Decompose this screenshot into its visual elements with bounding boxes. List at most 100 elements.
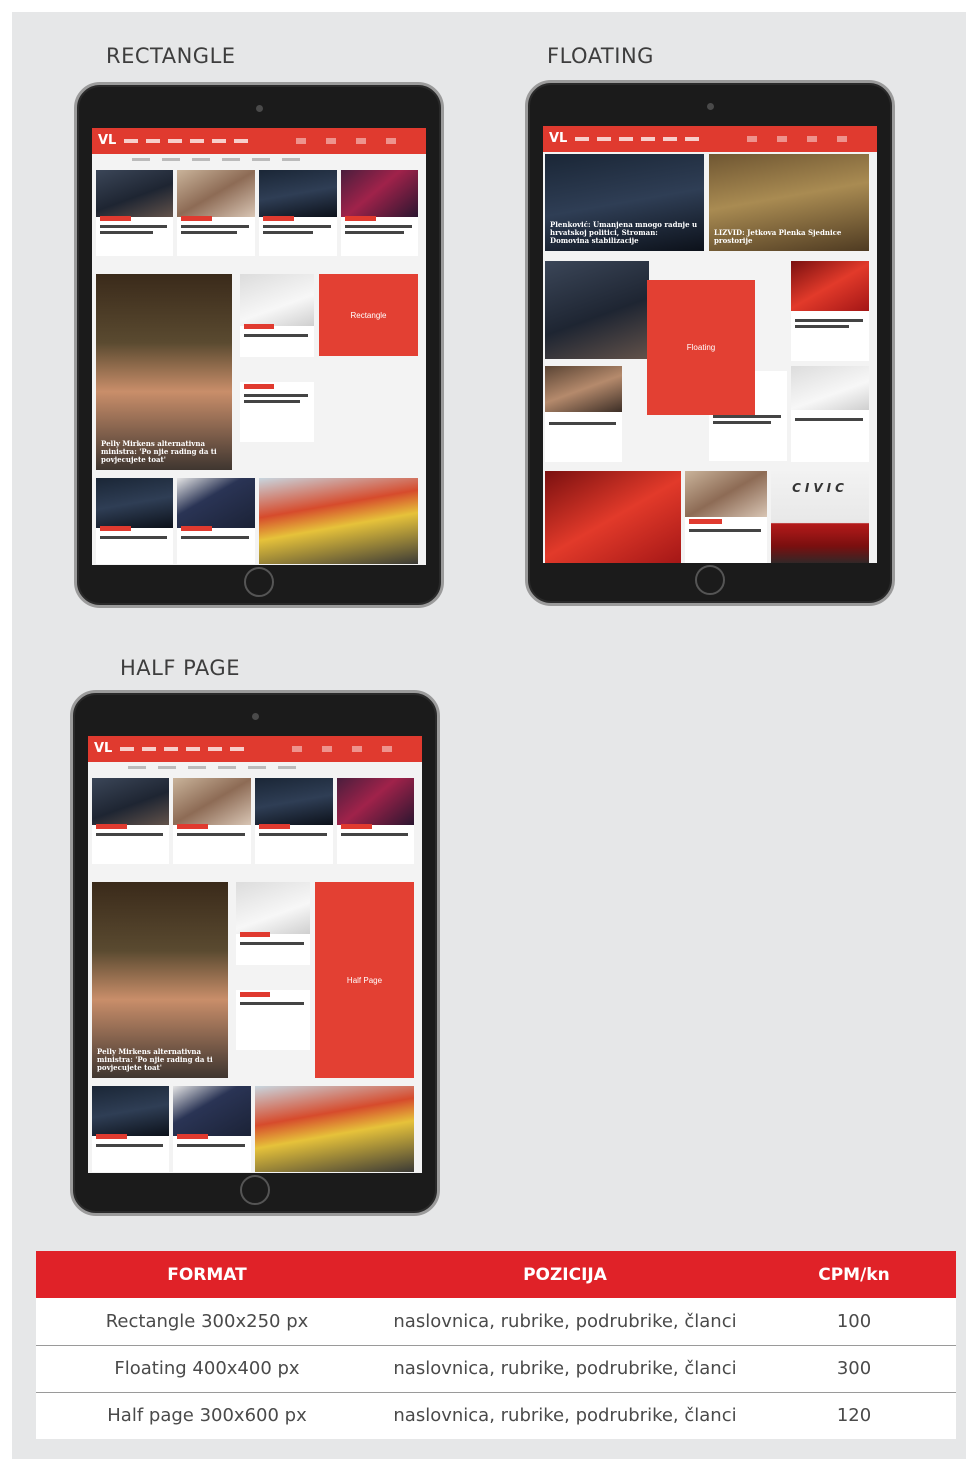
- article-card[interactable]: [545, 366, 622, 462]
- article-card[interactable]: [255, 1086, 414, 1172]
- format-cell: Floating 400x400 px: [36, 1345, 378, 1393]
- article-card[interactable]: [240, 274, 314, 357]
- headline-line: [263, 231, 313, 234]
- article-card[interactable]: [791, 366, 869, 462]
- site-subnav[interactable]: [128, 766, 308, 769]
- site-logo[interactable]: VL: [549, 131, 567, 146]
- headline-line: [795, 325, 849, 328]
- column-header-format: FORMAT: [36, 1251, 378, 1298]
- home-button[interactable]: [240, 1175, 270, 1205]
- article-photo: [545, 366, 622, 412]
- tablet-rectangle: VL Pelly Mirkens alternativna ministra: …: [74, 82, 444, 608]
- headline-line: [240, 1002, 304, 1005]
- article-card[interactable]: [545, 471, 681, 563]
- headline-line: [240, 942, 304, 945]
- headline-line: [345, 225, 412, 228]
- article-card[interactable]: [177, 170, 255, 256]
- headline-line: [96, 833, 163, 836]
- pricing-table: FORMAT POZICIJA CPM/kn Rectangle 300x250…: [36, 1251, 956, 1439]
- category-tag: [177, 1134, 209, 1139]
- article-card[interactable]: [259, 170, 337, 256]
- format-cell: Half page 300x600 px: [107, 1405, 307, 1427]
- site-nav-tools[interactable]: [296, 138, 416, 144]
- article-card[interactable]: [337, 778, 414, 864]
- floating-ad[interactable]: Floating: [647, 280, 755, 415]
- headline-line: [244, 394, 308, 397]
- article-card[interactable]: [545, 261, 649, 359]
- category-tag: [689, 519, 722, 524]
- headline-line: [244, 400, 300, 403]
- article-card[interactable]: [92, 1086, 169, 1172]
- site-logo[interactable]: VL: [98, 133, 116, 148]
- category-tag: [240, 932, 270, 937]
- hero-article[interactable]: Pelly Mirkens alternativna ministra: 'Po…: [96, 274, 232, 470]
- category-tag: [259, 824, 291, 829]
- article-photo: [259, 170, 337, 217]
- article-card[interactable]: [255, 778, 333, 864]
- category-tag: [244, 324, 274, 329]
- headline-line: [345, 231, 404, 234]
- column-header-cpm: CPM/kn: [752, 1251, 956, 1298]
- category-tag: [100, 526, 131, 531]
- category-tag: [240, 992, 270, 997]
- article-card[interactable]: [177, 478, 255, 564]
- camera-icon: [256, 105, 263, 112]
- article-card[interactable]: [173, 778, 251, 864]
- camera-icon: [252, 713, 259, 720]
- ad-banner[interactable]: CIVIC: [771, 471, 869, 563]
- article-card[interactable]: [236, 990, 310, 1050]
- article-card[interactable]: [236, 882, 310, 965]
- home-button[interactable]: [244, 567, 274, 597]
- position-cell: naslovnica, rubrike, podrubrike, članci: [378, 1298, 752, 1346]
- article-photo: [236, 882, 310, 934]
- category-tag: [263, 216, 295, 221]
- category-tag: [181, 216, 213, 221]
- site-nav-tools[interactable]: [747, 136, 867, 142]
- site-header: VL: [92, 128, 426, 154]
- site-nav[interactable]: [124, 139, 254, 143]
- headline-line: [713, 421, 771, 424]
- article-photo: [791, 261, 869, 311]
- site-subnav[interactable]: [132, 158, 312, 161]
- article-photo: [791, 366, 869, 410]
- headline-line: [244, 334, 308, 337]
- article-card[interactable]: [96, 478, 173, 564]
- headline-line: [181, 231, 237, 234]
- article-card[interactable]: [96, 170, 173, 256]
- article-card[interactable]: [240, 382, 314, 442]
- site-nav[interactable]: [575, 137, 705, 141]
- cpm-cell: 120: [836, 1405, 872, 1427]
- article-photo: [255, 778, 333, 825]
- half-page-ad[interactable]: Half Page: [315, 882, 414, 1078]
- section-title-rectangle: RECTANGLE: [106, 44, 236, 68]
- headline-line: [263, 225, 331, 228]
- table-row: Half page 300x600 px naslovnica, rubrike…: [36, 1392, 956, 1439]
- home-button[interactable]: [695, 565, 725, 595]
- rectangle-ad[interactable]: Rectangle: [319, 274, 418, 356]
- site-logo[interactable]: VL: [94, 741, 112, 756]
- article-card[interactable]: [259, 478, 418, 564]
- article-card[interactable]: [92, 778, 169, 864]
- cpm-cell: 100: [752, 1298, 956, 1346]
- column-header-position: POZICIJA: [378, 1251, 752, 1298]
- article-card[interactable]: [173, 1086, 251, 1172]
- hero-article[interactable]: LIZVID: Jetkova Plenka Sjednice prostori…: [709, 154, 869, 251]
- section-title-floating: FLOATING: [547, 44, 654, 68]
- headline-line: [259, 833, 327, 836]
- hero-article[interactable]: Plenković: Umanjena mnogo radnje u hrvat…: [545, 154, 704, 251]
- hero-caption: Pelly Mirkens alternativna ministra: 'Po…: [101, 438, 217, 464]
- cpm-cell: 300: [752, 1345, 956, 1393]
- hero-article[interactable]: Pelly Mirkens alternativna ministra: 'Po…: [92, 882, 228, 1078]
- site-nav-tools[interactable]: [292, 746, 412, 752]
- headline-line: [100, 225, 167, 228]
- article-card[interactable]: [791, 261, 869, 361]
- article-card[interactable]: [685, 471, 767, 563]
- headline-line: [181, 225, 249, 228]
- table-row: Rectangle 300x250 px naslovnica, rubrike…: [36, 1298, 956, 1346]
- section-title-half-page: HALF PAGE: [120, 656, 240, 680]
- site-nav[interactable]: [120, 747, 250, 751]
- article-photo: [341, 170, 418, 217]
- tablet-screen: VL Plenković: Umanjena mnogo radnje u hr…: [543, 126, 877, 563]
- category-tag: [96, 1134, 127, 1139]
- article-card[interactable]: [341, 170, 418, 256]
